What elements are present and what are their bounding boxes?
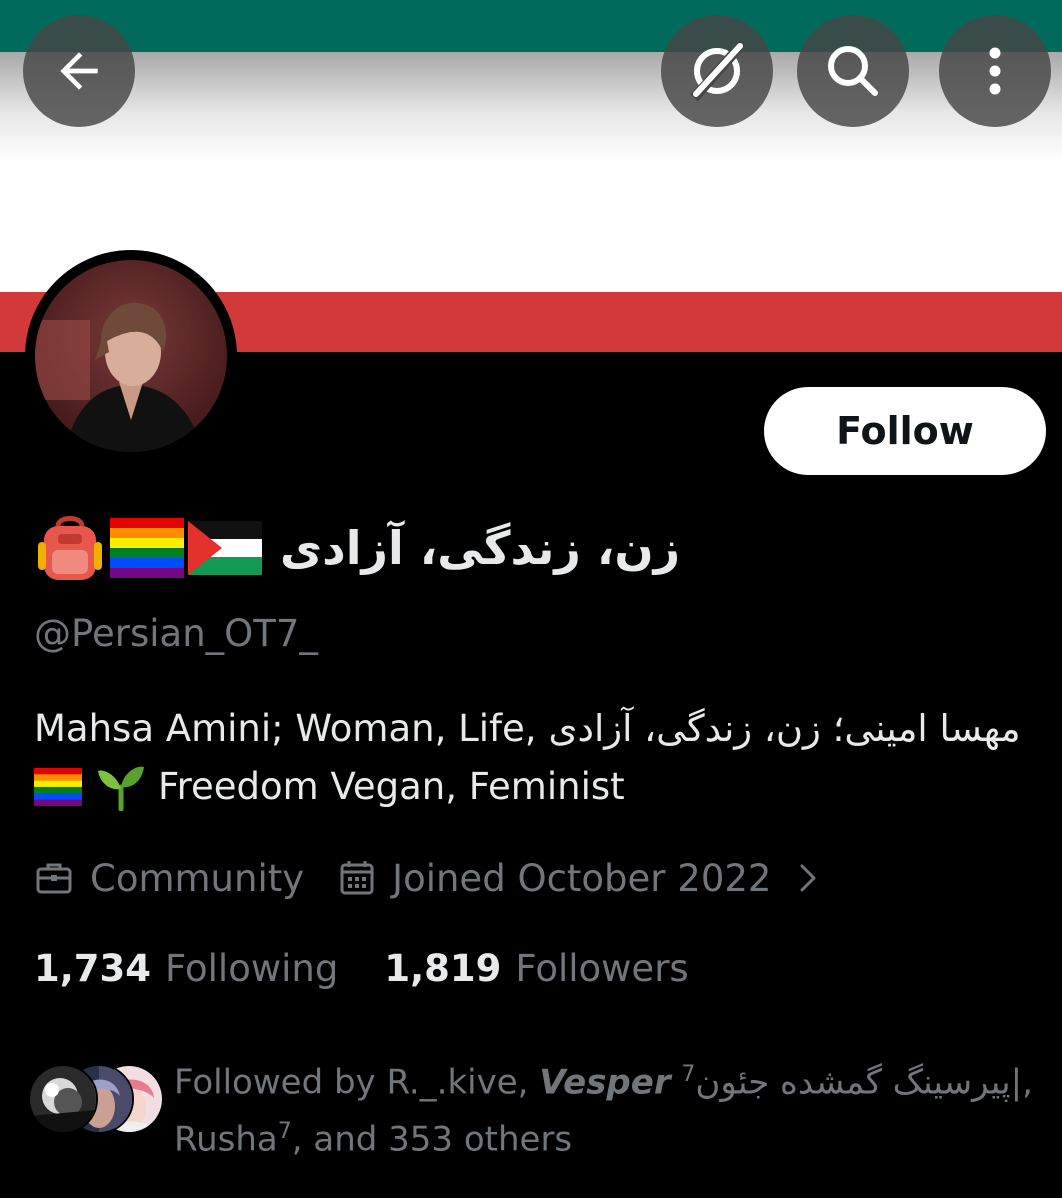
followed-by-section[interactable]: Followed by R._.kive, Vesper 7|پیرسینگ گ… (28, 1050, 1038, 1160)
chevron-right-icon[interactable] (797, 860, 821, 896)
followed-by-comma: , (1022, 1062, 1033, 1103)
rusha-superscript: 7 (277, 1119, 292, 1145)
avatar-image (35, 260, 227, 452)
followers-label: Followers (515, 946, 689, 990)
search-button[interactable] (797, 15, 909, 127)
profile-meta: Community Joined October 2022 (34, 848, 821, 908)
category-item: Community (34, 857, 304, 900)
rainbow-flag-icon (110, 518, 184, 578)
joined-date-item[interactable]: Joined October 2022 (338, 857, 821, 900)
followed-by-avatars (28, 1064, 164, 1134)
follow-button[interactable]: Follow (764, 387, 1046, 475)
followed-by-rusha: Rusha (174, 1119, 278, 1160)
back-arrow-icon (60, 52, 98, 90)
briefcase-icon (36, 863, 72, 894)
followed-by-suffix: , and 353 others (291, 1119, 573, 1160)
joined-date-label: Joined October 2022 (392, 856, 772, 900)
avatar (28, 1064, 98, 1134)
rainbow-flag-icon (34, 768, 82, 806)
profile-bio: Mahsa Amini; Woman, Life, مهسا امینی؛ زن… (34, 700, 1034, 816)
back-button[interactable] (23, 15, 135, 127)
display-name-row: زن، زندگی، آزادی (34, 508, 680, 588)
followed-by-prefix: Followed by R._.kive, (174, 1062, 529, 1103)
following-label: Following (165, 946, 339, 990)
following-link[interactable]: 1,734 Following (34, 947, 338, 990)
profile-handle: @Persian_OT7_ (34, 612, 318, 655)
seedling-icon (98, 766, 144, 811)
calendar-icon (340, 861, 374, 895)
profile-stats: 1,734 Following 1,819 Followers (34, 938, 689, 998)
more-vertical-icon (989, 47, 1001, 95)
search-icon (828, 46, 878, 96)
following-count: 1,734 (34, 946, 152, 990)
display-name: زن، زندگی، آزادی (280, 521, 681, 575)
bio-line-2-text: Freedom Vegan, Feminist (158, 765, 625, 808)
bio-line-1: Mahsa Amini; Woman, Life, مهسا امینی؛ زن… (34, 700, 1034, 758)
grok-button[interactable] (661, 15, 773, 127)
followers-count: 1,819 (384, 946, 502, 990)
backpack-icon (38, 516, 102, 580)
bio-english-text: Mahsa Amini; Woman, Life, (34, 707, 537, 750)
category-label: Community (90, 856, 305, 900)
followers-link[interactable]: 1,819 Followers (384, 947, 688, 990)
more-options-button[interactable] (939, 15, 1051, 127)
vesper-superscript: 7 (681, 1062, 696, 1087)
bio-persian-text: مهسا امینی؛ زن، زندگی، آزادی (548, 707, 1021, 750)
followed-by-persian-name: |پیرسینگ گمشده جئون (695, 1062, 1023, 1103)
palestine-flag-icon (188, 521, 262, 575)
bio-line-2: Freedom Vegan, Feminist (34, 758, 1034, 816)
profile-avatar[interactable] (25, 250, 237, 462)
followed-by-text[interactable]: Followed by R._.kive, Vesper 7|پیرسینگ گ… (174, 1050, 1034, 1165)
followed-by-vesper: Vesper (539, 1062, 671, 1103)
grok-icon (690, 40, 746, 102)
